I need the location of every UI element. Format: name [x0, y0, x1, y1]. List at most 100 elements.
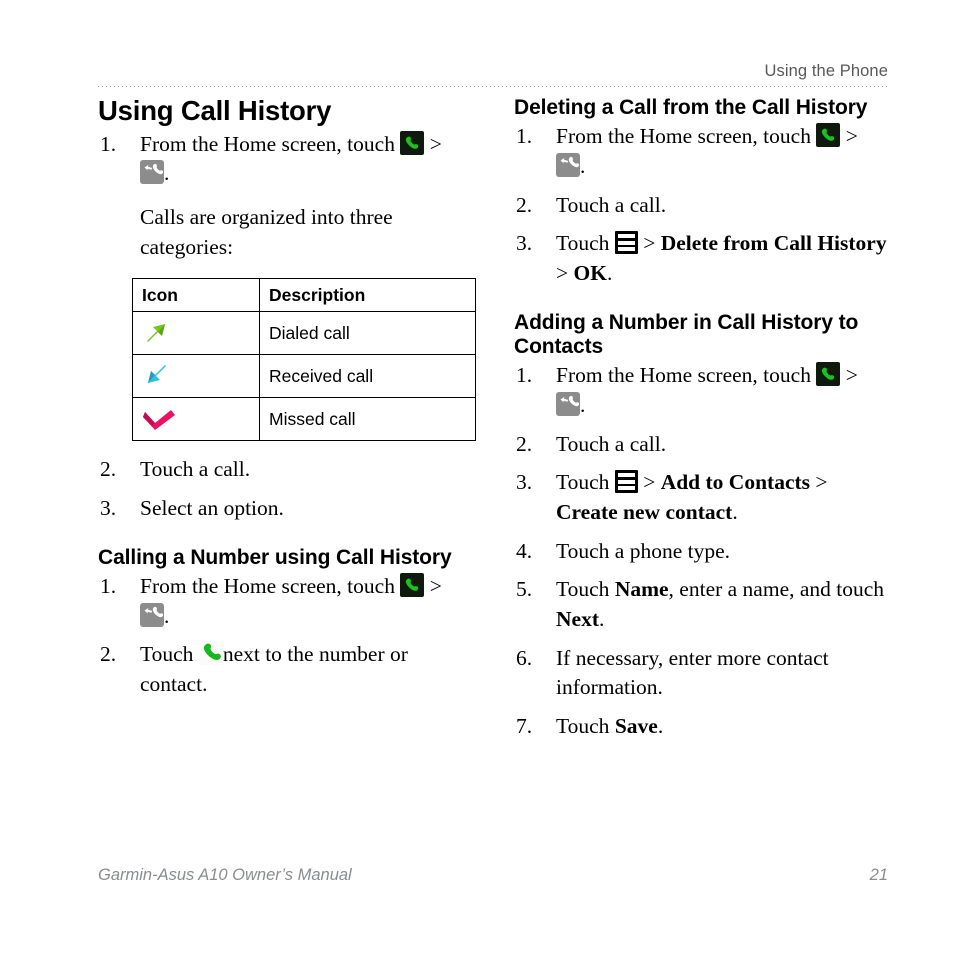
menu-option-create-new-contact: Create new contact — [556, 499, 733, 524]
button-label-save: Save — [614, 713, 658, 738]
list-item: 4. Touch a phone type. — [514, 537, 888, 567]
step-number: 3. — [516, 231, 533, 256]
step-text: Touch — [140, 642, 194, 667]
cell-icon-dialed — [132, 311, 260, 356]
chevron-separator: > — [845, 363, 858, 388]
column-header-description: Description — [259, 278, 476, 313]
green-handset-icon — [198, 641, 223, 666]
step-text-end: . — [164, 603, 170, 628]
calling-number-steps: 1. From the Home screen, touch > . 2. To… — [98, 572, 472, 700]
missed-call-arrow-icon — [142, 405, 175, 433]
step-number: 2. — [100, 642, 117, 667]
using-call-history-steps-cont: 2. Touch a call. 3. Select an option. — [98, 455, 472, 523]
adding-number-steps: 1. From the Home screen, touch > . 2. To… — [514, 361, 888, 741]
step-number: 1. — [100, 131, 117, 156]
step-number: 3. — [516, 470, 533, 495]
section-heading-deleting-call: Deleting a Call from the Call History — [514, 96, 868, 119]
call-history-icon — [556, 392, 580, 417]
section-heading-adding-number: Adding a Number in Call History to Conta… — [514, 310, 859, 358]
step-text: Touch — [556, 231, 610, 256]
call-history-icon — [140, 160, 164, 185]
step-number: 2. — [100, 457, 117, 482]
button-label-next: Next — [556, 606, 599, 631]
received-call-arrow-icon — [142, 362, 172, 390]
cell-description-missed: Missed call — [259, 397, 476, 442]
chevron-separator: > — [643, 470, 656, 495]
phone-app-icon — [816, 362, 841, 387]
dialed-call-arrow-icon — [142, 319, 172, 347]
step-text-end: . — [606, 260, 613, 285]
step-text-end: . — [598, 606, 605, 631]
step-text-end: . — [164, 161, 170, 186]
table-header-row: Icon Description — [132, 278, 476, 313]
step-text-mid: , enter a name, and touch — [668, 577, 885, 602]
step-text-end: . — [580, 393, 586, 418]
running-head: Using the Phone — [764, 62, 888, 80]
chevron-separator: > — [643, 231, 656, 256]
step-text: From the Home screen, touch — [556, 363, 811, 388]
step-text-end: . — [732, 499, 738, 524]
list-item: 1. From the Home screen, touch > . — [514, 361, 888, 420]
phone-app-icon — [400, 573, 425, 598]
list-item: 3. Touch > Add to Contacts > Create new c… — [514, 468, 888, 527]
intro-paragraph: Calls are organized into three categorie… — [140, 205, 393, 259]
phone-app-icon — [400, 130, 425, 155]
table-row: Received call — [132, 354, 476, 399]
page-title: Using Call History — [98, 95, 332, 126]
step-number: 1. — [516, 363, 533, 388]
cell-icon-missed — [132, 397, 260, 442]
cell-description-received: Received call — [259, 354, 476, 399]
footer-manual-title: Garmin-Asus A10 Owner’s Manual — [98, 866, 352, 884]
two-column-body: Using Call History 1. From the Home scree… — [98, 95, 888, 751]
list-item: 5. Touch Name, enter a name, and touch Ne… — [514, 575, 888, 634]
deleting-call-steps: 1. From the Home screen, touch > . 2. To… — [514, 122, 888, 288]
section-heading-calling-number: Calling a Number using Call History — [98, 545, 452, 569]
step-number: 7. — [516, 713, 533, 738]
menu-option-delete-from-call-history: Delete from Call History — [660, 231, 887, 256]
step-text: Select an option. — [140, 496, 284, 521]
step-text-end: . — [580, 154, 586, 179]
step-number: 6. — [516, 645, 533, 670]
step-text: Touch a phone type. — [556, 538, 731, 563]
list-item: 7. Touch Save. — [514, 712, 888, 742]
step-text: Touch — [556, 577, 610, 602]
field-label-name: Name — [614, 577, 669, 602]
step-number: 4. — [516, 538, 533, 563]
step-text: Touch — [556, 713, 610, 738]
step-text: From the Home screen, touch — [556, 124, 811, 149]
call-history-icon — [140, 602, 164, 627]
step-number: 1. — [100, 574, 117, 599]
chevron-separator: > — [429, 574, 442, 599]
menu-option-add-to-contacts: Add to Contacts — [660, 470, 811, 495]
call-icon-table: Icon Description Dialed call Received ca… — [132, 278, 476, 442]
chevron-separator: > — [815, 470, 828, 495]
step-number: 1. — [516, 124, 533, 149]
call-history-icon — [556, 153, 580, 178]
left-column: Using Call History 1. From the Home scree… — [98, 95, 476, 751]
list-item: 1. From the Home screen, touch > . — [98, 572, 472, 631]
list-item: 6. If necessary, enter more contact infor… — [514, 644, 888, 703]
step-text: Touch a call. — [556, 431, 667, 456]
cell-icon-received — [132, 354, 260, 399]
column-header-icon: Icon — [132, 278, 260, 313]
step-text: From the Home screen, touch — [140, 131, 395, 156]
step-text-end: . — [657, 713, 664, 738]
table-row: Missed call — [132, 397, 476, 442]
cell-description-dialed: Dialed call — [259, 311, 476, 356]
step-text: Touch — [556, 470, 610, 495]
using-call-history-steps: 1. From the Home screen, touch > . — [98, 130, 472, 189]
list-item: 1. From the Home screen, touch > . — [514, 122, 888, 181]
menu-icon — [614, 470, 638, 494]
list-item: 2. Touch next to the number or contact. — [98, 640, 472, 699]
step-number: 2. — [516, 431, 533, 456]
list-item: 1. From the Home screen, touch > . — [98, 130, 472, 189]
chevron-separator: > — [556, 260, 569, 285]
phone-app-icon — [816, 123, 841, 148]
list-item: 2. Touch a call. — [514, 191, 888, 221]
chevron-separator: > — [429, 131, 442, 156]
footer-page-number: 21 — [869, 866, 888, 884]
manual-page: Using the Phone Using Call History 1. Fro… — [98, 0, 888, 954]
chevron-separator: > — [845, 124, 858, 149]
menu-option-ok: OK — [573, 260, 607, 285]
table-row: Dialed call — [132, 311, 476, 356]
